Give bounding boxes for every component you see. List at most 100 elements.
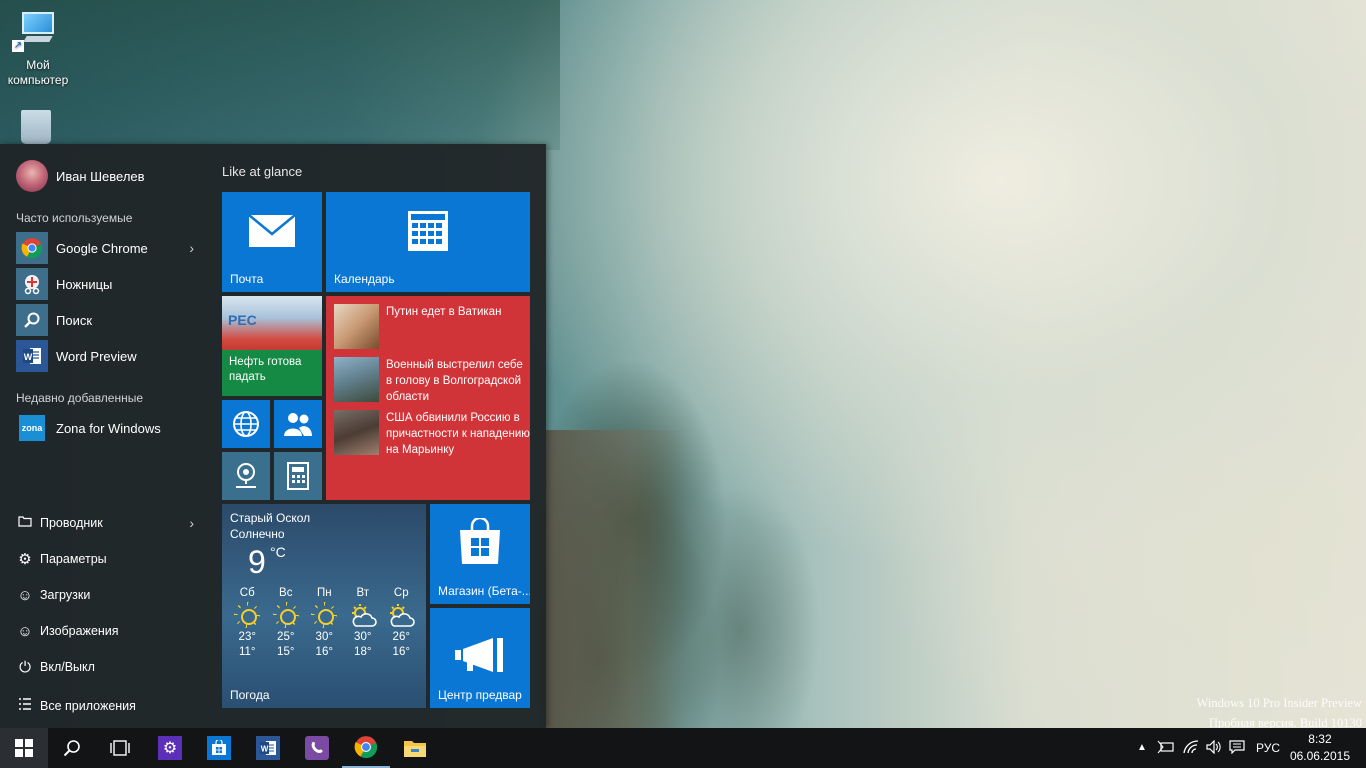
search-button[interactable] bbox=[48, 728, 96, 768]
forecast-day: Ср 26° 16° bbox=[382, 586, 421, 660]
news-item[interactable]: Военный выстрелил себе в голову в Волгог… bbox=[334, 357, 530, 405]
user-account[interactable]: Иван Шевелев bbox=[16, 160, 145, 192]
search-icon bbox=[63, 740, 80, 757]
shortcut-arrow-icon: ↗ bbox=[12, 40, 24, 52]
menu-file-explorer[interactable]: Проводник › bbox=[16, 509, 200, 537]
megaphone-icon bbox=[430, 636, 530, 679]
sun-icon bbox=[273, 602, 299, 628]
app-label: Поиск bbox=[56, 312, 93, 328]
menu-downloads[interactable]: ☺ Загрузки bbox=[16, 581, 200, 609]
news-thumbnail bbox=[334, 410, 379, 455]
finance-image-text: PEC bbox=[228, 312, 257, 328]
recycle-bin-icon[interactable] bbox=[16, 110, 56, 146]
forecast-low: 15° bbox=[277, 646, 295, 658]
tile-label: Нефть готова падать bbox=[229, 356, 302, 383]
taskbar-settings[interactable]: ⚙ bbox=[146, 728, 194, 768]
partly-cloudy-icon bbox=[382, 601, 421, 630]
wifi-icon[interactable] bbox=[1183, 740, 1199, 757]
app-label: Ножницы bbox=[56, 276, 113, 292]
tile-label: Центр предвар bbox=[438, 688, 522, 702]
finance-image: PEC bbox=[222, 296, 322, 350]
store-icon bbox=[207, 736, 231, 760]
tile-finance[interactable]: PEC Нефть готова падать bbox=[222, 296, 322, 396]
forecast-day: Вт 30° 18° bbox=[344, 586, 383, 660]
wallpaper-cliff bbox=[546, 430, 686, 728]
tile-calculator[interactable] bbox=[274, 452, 322, 500]
forecast-day-name: Пн bbox=[316, 587, 332, 599]
start-button[interactable] bbox=[0, 728, 48, 768]
sun-icon bbox=[311, 602, 337, 628]
tile-mail[interactable]: Почта bbox=[222, 192, 322, 292]
app-snipping-tool[interactable]: Ножницы bbox=[16, 268, 200, 300]
app-google-chrome[interactable]: Google Chrome › bbox=[16, 232, 200, 264]
tile-store[interactable]: Магазин (Бета-... bbox=[430, 504, 530, 604]
news-headline: Путин едет в Ватикан bbox=[386, 306, 502, 318]
desktop-icon-my-computer[interactable]: ↗ Мой компьютер bbox=[0, 8, 76, 90]
menu-label: Параметры bbox=[40, 552, 107, 566]
taskbar-viber[interactable] bbox=[293, 728, 341, 768]
smiley-icon: ☺ bbox=[17, 622, 33, 640]
tile-calendar[interactable]: Календарь bbox=[326, 192, 530, 292]
news-item[interactable]: США обвинили Россию в причастности к нап… bbox=[334, 410, 530, 458]
app-label: Word Preview bbox=[56, 348, 137, 364]
folder-icon bbox=[16, 514, 34, 532]
menu-power[interactable]: ⏻ Вкл/Выкл bbox=[16, 653, 200, 681]
menu-label: Загрузки bbox=[40, 588, 91, 602]
taskbar-store[interactable] bbox=[195, 728, 243, 768]
news-thumbnail bbox=[334, 357, 379, 402]
taskbar-word[interactable]: W bbox=[244, 728, 292, 768]
clock[interactable]: 8:32 06.06.2015 bbox=[1290, 731, 1350, 765]
taskbar-chrome[interactable] bbox=[342, 728, 390, 768]
show-hidden-icons-chevron-up-icon[interactable]: ▲ bbox=[1137, 742, 1147, 753]
gear-icon: ⚙ bbox=[158, 736, 182, 760]
menu-pictures[interactable]: ☺ Изображения bbox=[16, 617, 200, 645]
partly-cloudy-icon bbox=[344, 601, 383, 630]
tile-group-title[interactable]: Like at glance bbox=[222, 164, 302, 179]
menu-settings[interactable]: ⚙ Параметры bbox=[16, 545, 200, 573]
weather-forecast: Сб 23° 11° Вс 25° 15° Пн 30° 16° Вт 30° … bbox=[228, 586, 421, 660]
tile-weather[interactable]: Старый Оскол Солнечно 9 °C Сб 23° 11° Вс… bbox=[222, 504, 426, 708]
news-headline: Военный выстрелил себе в голову в Волгог… bbox=[386, 359, 523, 403]
most-used-heading: Часто используемые bbox=[16, 211, 133, 225]
svg-text:W: W bbox=[261, 745, 269, 754]
task-view-button[interactable] bbox=[96, 728, 144, 768]
map-pin-icon bbox=[222, 461, 270, 496]
avatar bbox=[16, 160, 48, 192]
tile-label: Почта bbox=[230, 272, 264, 286]
windows-logo-icon bbox=[15, 739, 33, 757]
app-search[interactable]: Поиск bbox=[16, 304, 200, 336]
build-watermark: Windows 10 Pro Insider Preview Пробная в… bbox=[1197, 693, 1362, 733]
forecast-day-name: Сб bbox=[239, 587, 255, 599]
news-item[interactable]: Путин едет в Ватикан bbox=[334, 304, 530, 349]
news-headline: США обвинили Россию в причастности к нап… bbox=[386, 412, 530, 456]
forecast-day-name: Вт bbox=[356, 587, 370, 599]
start-menu: Иван Шевелев Часто используемые Google C… bbox=[0, 144, 546, 728]
folder-icon bbox=[404, 741, 426, 757]
forecast-high: 26° bbox=[392, 631, 410, 643]
tile-maps[interactable] bbox=[222, 452, 270, 500]
taskbar-file-explorer[interactable] bbox=[391, 728, 439, 768]
forecast-low: 16° bbox=[392, 646, 410, 658]
forecast-day: Сб 23° 11° bbox=[228, 586, 267, 660]
tile-people[interactable] bbox=[274, 400, 322, 448]
tile-edge[interactable] bbox=[222, 400, 270, 448]
forecast-day: Пн 30° 16° bbox=[305, 586, 344, 660]
watermark-line: Windows 10 Pro Insider Preview bbox=[1196, 696, 1362, 710]
menu-all-apps[interactable]: Все приложения bbox=[16, 692, 200, 720]
forecast-high: 25° bbox=[277, 631, 295, 643]
news-thumbnail bbox=[334, 304, 379, 349]
tile-label: Погода bbox=[230, 688, 270, 702]
app-word-preview[interactable]: W Word Preview bbox=[16, 340, 200, 372]
battery-icon[interactable] bbox=[1157, 740, 1175, 757]
tile-feedback[interactable]: Центр предвар bbox=[430, 608, 530, 708]
clock-date: 06.06.2015 bbox=[1289, 749, 1350, 763]
smiley-icon: ☺ bbox=[17, 586, 33, 604]
volume-icon[interactable] bbox=[1206, 739, 1222, 757]
chevron-right-icon[interactable]: › bbox=[189, 240, 194, 256]
app-zona[interactable]: zona Zona for Windows bbox=[16, 412, 200, 444]
action-center-icon[interactable] bbox=[1229, 740, 1245, 757]
chevron-right-icon[interactable]: › bbox=[189, 515, 194, 531]
language-indicator[interactable]: РУС bbox=[1256, 741, 1280, 755]
weather-temperature: 9 bbox=[248, 544, 266, 580]
tile-news[interactable]: Путин едет в Ватикан Военный выстрелил с… bbox=[326, 296, 530, 500]
